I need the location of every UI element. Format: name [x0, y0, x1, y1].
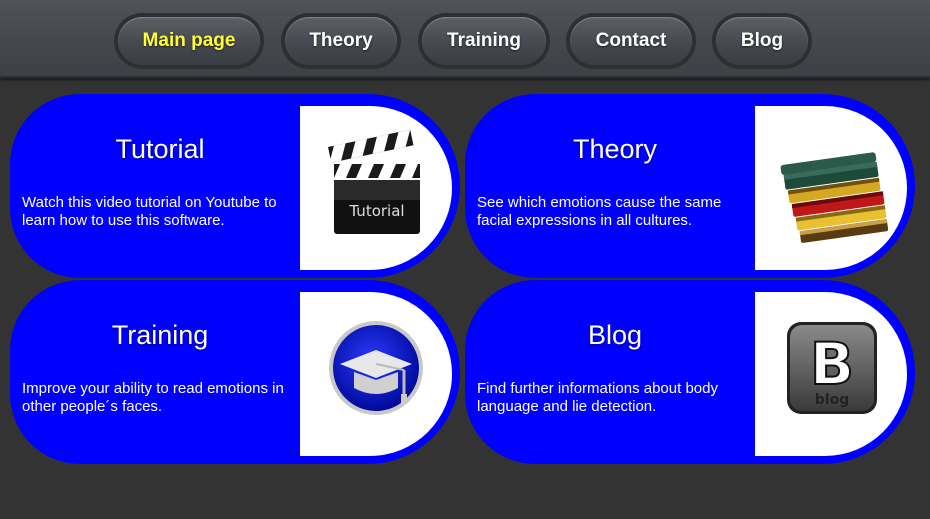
nav-contact-label: Contact — [595, 30, 667, 51]
books-icon — [780, 152, 889, 243]
top-navigation-bar: Main page Theory Training Contact Blog — [0, 0, 930, 78]
tutorial-card[interactable]: Tutorial Watch this video tutorial on Yo… — [10, 94, 460, 278]
nav-theory-label: Theory — [309, 30, 373, 51]
nav-main-page-button[interactable]: Main page — [114, 13, 264, 69]
training-card[interactable]: Training Improve your ability to read em… — [10, 280, 460, 464]
theory-thumbnail — [755, 106, 907, 270]
clapperboard-label: Tutorial — [348, 202, 404, 220]
nav-main-page-label: Main page — [142, 30, 236, 51]
theory-card-title: Theory — [572, 134, 658, 164]
graduation-cap-icon — [329, 321, 423, 415]
nav-blog-button[interactable]: Blog — [712, 13, 812, 69]
tutorial-card-title: Tutorial — [115, 134, 205, 164]
blog-icon-label: blog — [815, 392, 849, 408]
clapperboard-icon: Tutorial — [328, 129, 420, 234]
training-card-title: Training — [111, 320, 209, 350]
blog-thumbnail: B blog — [755, 292, 907, 456]
nav-training-label: Training — [447, 30, 521, 51]
nav-contact-button[interactable]: Contact — [566, 13, 696, 69]
nav-training-button[interactable]: Training — [418, 13, 550, 69]
blog-icon: B blog — [787, 322, 877, 414]
theory-card-description: See which emotions cause the same facial… — [477, 194, 722, 229]
tutorial-thumbnail: Tutorial — [300, 106, 452, 270]
theory-card[interactable]: Theory See which emotions cause the same… — [465, 94, 915, 278]
tutorial-card-description: Watch this video tutorial on Youtube to … — [22, 194, 277, 229]
training-card-description: Improve your ability to read emotions in… — [22, 380, 284, 415]
svg-text:B: B — [810, 330, 854, 398]
blog-card-title: Blog — [587, 320, 643, 350]
nav-theory-button[interactable]: Theory — [281, 13, 401, 69]
nav-blog-label: Blog — [740, 30, 784, 51]
training-thumbnail — [300, 292, 452, 456]
blog-card-description: Find further informations about body lan… — [477, 380, 718, 415]
blog-card[interactable]: Blog Find further informations about bod… — [465, 280, 915, 464]
